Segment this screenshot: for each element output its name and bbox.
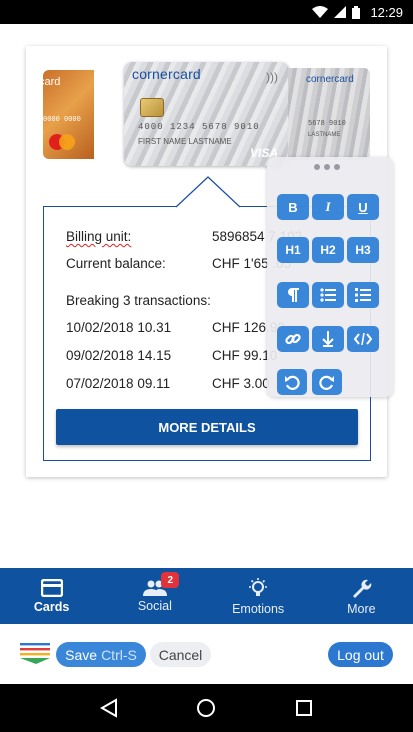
transaction-date: 09/02/2018 14.15	[66, 348, 172, 363]
wifi-icon	[312, 6, 329, 18]
code-icon	[354, 333, 372, 345]
battery-icon	[352, 5, 361, 19]
card-number: 5678 9010	[308, 120, 346, 128]
tab-emotions[interactable]: Emotions	[207, 568, 310, 624]
numbered-list-icon	[355, 288, 371, 302]
heading-2-button[interactable]: H2	[312, 237, 344, 263]
app-screen: 12:29 card 0000 0000 cornercard ))) 4000…	[0, 0, 413, 732]
underline-button[interactable]: U	[347, 194, 379, 220]
save-shortcut: Ctrl-S	[101, 646, 137, 663]
card-next[interactable]: cornercard 5678 9010 LASTNAME	[288, 68, 370, 160]
heading-3-button[interactable]: H3	[347, 237, 379, 263]
home-circle-icon	[197, 699, 216, 717]
card-pointer-arrow	[176, 176, 240, 208]
lightbulb-icon	[249, 577, 268, 596]
undo-icon	[285, 375, 300, 390]
wrench-icon	[353, 579, 372, 598]
card-holder: LASTNAME	[308, 132, 341, 138]
code-button[interactable]	[347, 326, 379, 352]
app-logo-icon	[20, 643, 50, 664]
chip-icon	[140, 98, 164, 117]
italic-button[interactable]: I	[312, 194, 344, 220]
bullet-list-button[interactable]	[312, 282, 344, 308]
card-holder: FIRST NAME LASTNAME	[138, 137, 232, 146]
editor-action-bar: Save Ctrl-S Cancel Log out	[0, 624, 413, 684]
transactions-heading: Breaking 3 transactions:	[66, 293, 211, 308]
current-balance-label: Current balance:	[66, 256, 166, 271]
tab-label: Social	[137, 598, 172, 613]
arrow-down-to-line-icon	[322, 331, 334, 347]
card-icon	[40, 578, 63, 597]
link-icon	[285, 333, 301, 345]
heading-1-button[interactable]: H1	[277, 237, 309, 263]
bottom-tab-bar: Cards 2 Social Emotions More	[0, 568, 413, 624]
card-selected[interactable]: cornercard ))) 4000 1234 5678 9010 FIRST…	[124, 62, 289, 166]
card-brand: cornercard	[132, 66, 201, 82]
card-brand: card	[43, 76, 61, 88]
tab-label: Emotions	[232, 601, 285, 616]
status-bar: 12:29	[0, 0, 413, 24]
back-button[interactable]	[89, 688, 129, 728]
paragraph-icon	[288, 288, 299, 302]
tab-label: More	[347, 601, 376, 616]
numbered-list-button[interactable]	[347, 282, 379, 308]
save-button[interactable]: Save Ctrl-S	[56, 642, 146, 667]
bullet-list-icon	[320, 288, 336, 302]
tab-social[interactable]: 2 Social	[103, 568, 206, 624]
tab-more[interactable]: More	[310, 568, 413, 624]
paragraph-button[interactable]	[277, 282, 309, 308]
contactless-icon: )))	[266, 70, 278, 84]
undo-button[interactable]	[277, 369, 307, 395]
save-label: Save	[65, 646, 98, 663]
cancel-button[interactable]: Cancel	[150, 642, 211, 667]
card-number: 4000 1234 5678 9010	[138, 122, 260, 132]
recents-button[interactable]	[284, 688, 324, 728]
signal-icon	[334, 6, 347, 18]
notification-badge: 2	[161, 572, 180, 588]
billing-unit-label: Billing unit:	[66, 229, 132, 244]
redo-icon	[319, 375, 334, 390]
card-number: 0000 0000	[43, 116, 81, 124]
insert-break-button[interactable]	[312, 326, 344, 352]
redo-button[interactable]	[312, 369, 342, 395]
recents-square-icon	[296, 700, 313, 716]
transaction-date: 07/02/2018 09.11	[66, 376, 171, 391]
more-details-button[interactable]: MORE DETAILS	[56, 409, 358, 445]
transaction-date: 10/02/2018 10.31	[66, 320, 172, 335]
bold-button[interactable]: B	[277, 194, 309, 220]
tab-cards[interactable]: Cards	[0, 568, 103, 624]
system-nav-bar	[0, 684, 413, 732]
home-button[interactable]	[186, 688, 226, 728]
mastercard-logo-overlap	[59, 134, 75, 150]
logout-button[interactable]: Log out	[328, 642, 393, 667]
transaction-amount: CHF 3.00	[212, 376, 270, 391]
link-button[interactable]	[277, 326, 309, 352]
card-brand: cornercard	[306, 74, 354, 85]
back-triangle-icon	[99, 698, 117, 718]
card-previous[interactable]: card 0000 0000	[43, 70, 94, 159]
format-toolbar: B I U H1 H2 H3	[267, 157, 393, 397]
toolbar-drag-handle[interactable]	[314, 164, 340, 170]
tab-label: Cards	[33, 599, 70, 614]
clock: 12:29	[370, 4, 403, 20]
